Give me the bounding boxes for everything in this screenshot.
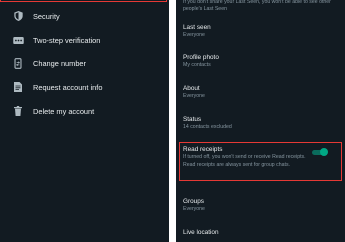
toggle-knob <box>320 148 328 156</box>
trash-icon <box>12 105 24 117</box>
setting-title: About <box>183 85 200 92</box>
setting-live-location[interactable]: Live location <box>183 229 343 237</box>
read-receipts-toggle[interactable] <box>312 148 328 157</box>
shield-icon <box>12 10 24 22</box>
document-icon <box>12 81 24 93</box>
privacy-settings-panel: If you don't share your Last Seen, you w… <box>176 0 345 242</box>
setting-title: Live location <box>183 229 219 236</box>
setting-description: If turned off, you won't send or receive… <box>183 154 306 168</box>
setting-value: 14 contacts excluded <box>183 124 232 130</box>
phone-change-icon <box>12 57 24 69</box>
menu-item-security[interactable]: Security <box>0 6 169 26</box>
setting-value: Everyone <box>183 32 205 38</box>
setting-title: Status <box>183 116 202 123</box>
menu-item-two-step-verification[interactable]: Two-step verification <box>0 30 169 50</box>
setting-title: Last seen <box>183 24 211 31</box>
menu-item-delete-account[interactable]: Delete my account <box>0 101 169 121</box>
highlight-box <box>0 0 167 2</box>
menu-item-label: Security <box>33 11 60 21</box>
setting-last-seen[interactable]: Last seen Everyone <box>183 24 343 39</box>
last-seen-note: If you don't share your Last Seen, you w… <box>183 0 331 13</box>
setting-value: Everyone <box>183 93 205 99</box>
setting-about[interactable]: About Everyone <box>183 85 343 100</box>
setting-groups[interactable]: Groups Everyone <box>183 198 343 213</box>
dots-icon <box>12 34 24 46</box>
settings-menu-panel: Security Two-step verification Change nu… <box>0 0 169 242</box>
setting-title: Profile photo <box>183 54 219 61</box>
setting-profile-photo[interactable]: Profile photo My contacts <box>183 54 343 69</box>
menu-item-change-number[interactable]: Change number <box>0 53 169 73</box>
menu-item-label: Change number <box>33 58 87 68</box>
menu-item-request-account-info[interactable]: Request account info <box>0 77 169 97</box>
menu-item-label: Request account info <box>33 82 103 92</box>
setting-status[interactable]: Status 14 contacts excluded <box>183 116 343 131</box>
menu-item-label: Two-step verification <box>33 35 101 45</box>
setting-value: Everyone <box>183 206 205 212</box>
menu-item-label: Delete my account <box>33 106 95 116</box>
setting-value: My contacts <box>183 62 211 68</box>
setting-title: Groups <box>183 198 204 205</box>
